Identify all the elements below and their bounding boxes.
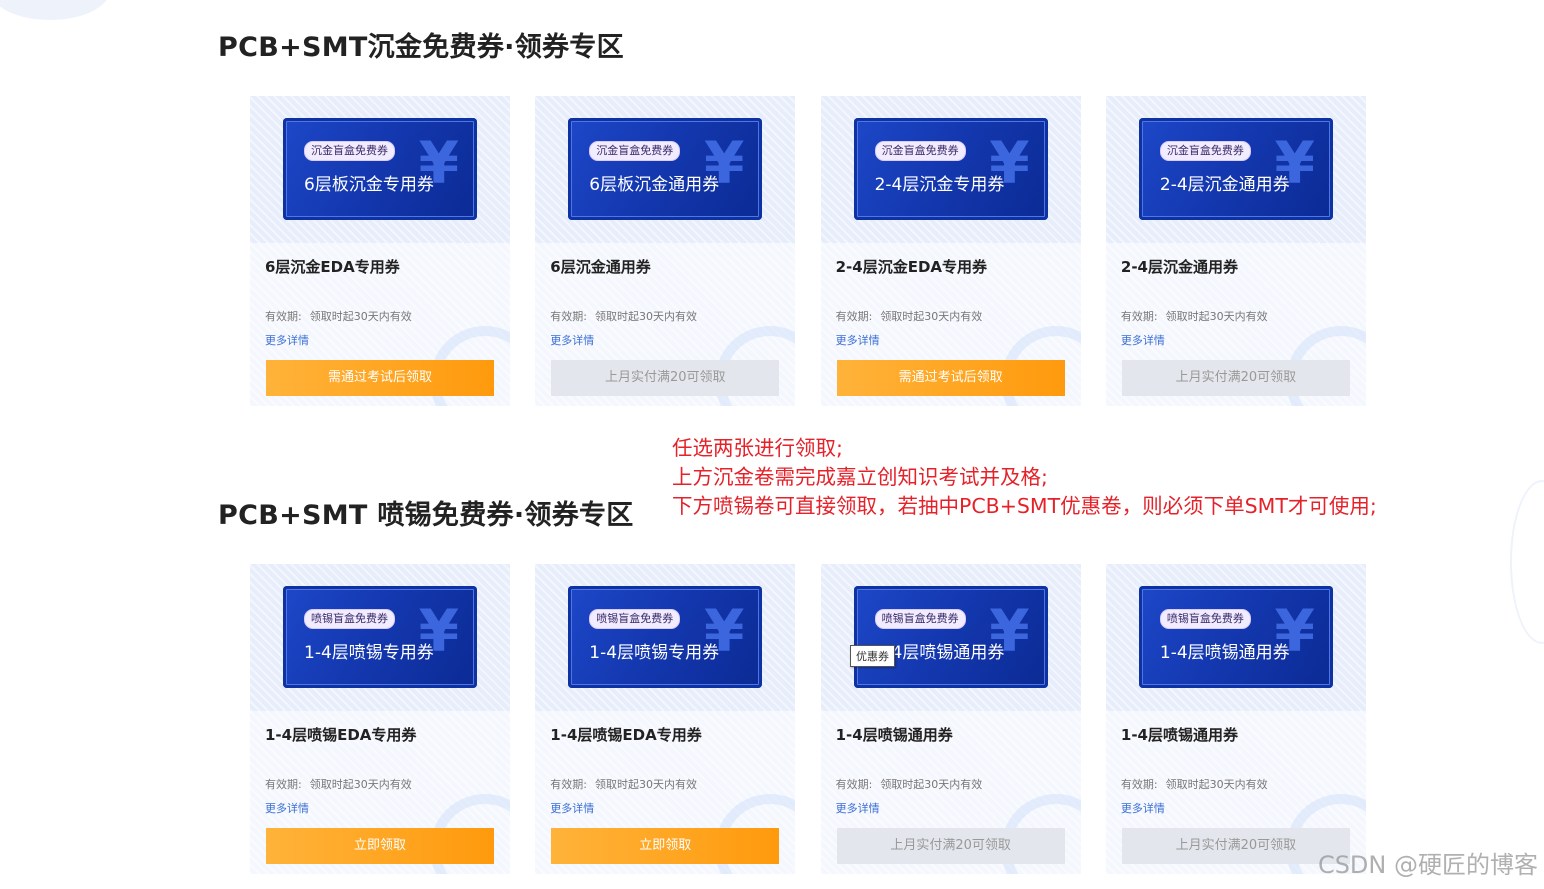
coupon-ticket: ¥ 喷锡盲盒免费券 1-4层喷锡通用券 [1138, 586, 1333, 688]
annotation-line: 任选两张进行领取; [672, 436, 843, 460]
more-details-link[interactable]: 更多详情 [836, 332, 880, 348]
coupon-badge: 喷锡盲盒免费券 [874, 609, 966, 629]
coupon-badge: 沉金盲盒免费券 [874, 141, 966, 161]
coupon-ticket: ¥ 沉金盲盒免费券 2-4层沉金通用券 [1138, 118, 1333, 220]
coupon-name: 1-4层喷锡通用券 [835, 726, 953, 744]
coupon-validity: 有效期: 领取时起30天内有效 [550, 776, 697, 792]
validity-label: 有效期: [1120, 310, 1158, 323]
validity-label: 有效期: [835, 778, 873, 791]
coupon-badge: 沉金盲盒免费券 [304, 141, 395, 161]
annotation-note: 任选两张进行领取; 上方沉金卷需完成嘉立创知识考试并及格; 下方喷锡卷可直接领取… [672, 434, 1377, 521]
more-details-link[interactable]: 更多详情 [550, 332, 594, 348]
coupon-name: 1-4层喷锡EDA专用券 [550, 726, 702, 744]
coupon-card: ¥ 喷锡盲盒免费券 1-4层喷锡专用券 1-4层喷锡EDA专用券 有效期: 领取时起30天… [535, 564, 796, 874]
validity-value: 领取时起30天内有效 [1165, 778, 1268, 791]
section-title-gold: PCB+SMT沉金免费券·领券专区 [218, 32, 624, 63]
coupon-card: ¥ 沉金盲盒免费券 2-4层沉金通用券 2-4层沉金通用券 有效期: 领取时起30天内有效… [1105, 96, 1366, 406]
coupon-name: 1-4层喷锡EDA专用券 [265, 726, 417, 744]
coupon-card: ¥ 沉金盲盒免费券 6层板沉金专用券 6层沉金EDA专用券 有效期: 领取时起30天内有效… [250, 96, 510, 406]
ticket-title: 1-4层喷锡专用券 [304, 643, 434, 663]
claim-button-disabled[interactable]: 上月实付满20可领取 [551, 360, 780, 396]
coupon-ticket: ¥ 喷锡盲盒免费券 1-4层喷锡专用券 [568, 586, 763, 688]
claim-button-disabled[interactable]: 上月实付满20可领取 [836, 828, 1065, 864]
coupon-banner: ¥ 喷锡盲盒免费券 1-4层喷锡通用券 [1105, 564, 1366, 711]
more-details-link[interactable]: 更多详情 [550, 800, 594, 816]
claim-button[interactable]: 需通过考试后领取 [836, 360, 1065, 396]
validity-label: 有效期: [550, 778, 588, 791]
coupon-banner: ¥ 沉金盲盒免费券 6层板沉金专用券 [250, 96, 510, 243]
validity-label: 有效期: [265, 310, 302, 323]
section-title-tin: PCB+SMT 喷锡免费券·领券专区 [218, 500, 634, 531]
coupon-card: ¥ 沉金盲盒免费券 2-4层沉金专用券 2-4层沉金EDA专用券 有效期: 领取时起30天… [820, 96, 1081, 406]
coupon-banner: ¥ 沉金盲盒免费券 6层板沉金通用券 [535, 96, 796, 243]
coupon-banner: ¥ 喷锡盲盒免费券 1-4层喷锡通用券 [820, 564, 1081, 711]
coupon-ticket: ¥ 喷锡盲盒免费券 1-4层喷锡专用券 [283, 586, 477, 688]
more-details-link[interactable]: 更多详情 [265, 800, 309, 816]
tooltip: 优惠券 [850, 645, 895, 667]
coupon-validity: 有效期: 领取时起30天内有效 [265, 308, 412, 324]
coupon-badge: 沉金盲盒免费券 [1159, 141, 1251, 161]
coupon-name: 6层沉金通用券 [550, 258, 651, 276]
coupon-validity: 有效期: 领取时起30天内有效 [836, 776, 983, 792]
coupon-card: ¥ 喷锡盲盒免费券 1-4层喷锡通用券 1-4层喷锡通用券 有效期: 领取时起30天内有效… [1105, 564, 1366, 874]
validity-value: 领取时起30天内有效 [309, 778, 412, 791]
validity-value: 领取时起30天内有效 [595, 778, 698, 791]
background-decoration [0, 0, 110, 20]
coupon-banner: ¥ 喷锡盲盒免费券 1-4层喷锡专用券 [250, 564, 510, 711]
ticket-title: 6层板沉金通用券 [589, 175, 720, 195]
more-details-link[interactable]: 更多详情 [1121, 800, 1165, 816]
claim-button[interactable]: 需通过考试后领取 [266, 360, 494, 396]
coupon-banner: ¥ 喷锡盲盒免费券 1-4层喷锡专用券 [535, 564, 796, 711]
coupon-name: 6层沉金EDA专用券 [265, 258, 400, 276]
more-details-link[interactable]: 更多详情 [836, 800, 880, 816]
validity-value: 领取时起30天内有效 [309, 310, 412, 323]
more-details-link[interactable]: 更多详情 [1121, 332, 1165, 348]
coupon-name: 2-4层沉金EDA专用券 [835, 258, 988, 276]
annotation-line: 上方沉金卷需完成嘉立创知识考试并及格; [672, 465, 1048, 489]
ticket-title: 2-4层沉金专用券 [874, 175, 1005, 195]
coupon-validity: 有效期: 领取时起30天内有效 [836, 308, 983, 324]
validity-label: 有效期: [550, 310, 588, 323]
validity-value: 领取时起30天内有效 [880, 778, 983, 791]
coupon-ticket: ¥ 沉金盲盒免费券 6层板沉金专用券 [283, 118, 477, 220]
coupon-banner: ¥ 沉金盲盒免费券 2-4层沉金通用券 [1105, 96, 1366, 243]
validity-value: 领取时起30天内有效 [1165, 310, 1268, 323]
ticket-title: 1-4层喷锡通用券 [1159, 643, 1290, 663]
more-details-link[interactable]: 更多详情 [265, 332, 309, 348]
coupon-row-gold: ¥ 沉金盲盒免费券 6层板沉金专用券 6层沉金EDA专用券 有效期: 领取时起30天内有效… [250, 96, 1366, 416]
coupon-name: 2-4层沉金通用券 [1120, 258, 1238, 276]
coupon-ticket: ¥ 喷锡盲盒免费券 1-4层喷锡通用券 [853, 586, 1048, 688]
validity-value: 领取时起30天内有效 [880, 310, 983, 323]
validity-value: 领取时起30天内有效 [595, 310, 698, 323]
claim-button-disabled[interactable]: 上月实付满20可领取 [1121, 360, 1350, 396]
annotation-line: 下方喷锡卷可直接领取，若抽中PCB+SMT优惠卷，则必须下单SMT才可使用; [672, 494, 1377, 518]
ticket-title: 2-4层沉金通用券 [1159, 175, 1290, 195]
claim-button[interactable]: 立即领取 [266, 828, 494, 864]
claim-button[interactable]: 立即领取 [551, 828, 780, 864]
coupon-card: ¥ 喷锡盲盒免费券 1-4层喷锡专用券 1-4层喷锡EDA专用券 有效期: 领取时起30天… [250, 564, 510, 874]
coupon-card: ¥ 喷锡盲盒免费券 1-4层喷锡通用券 1-4层喷锡通用券有效期: 领取时起30天内有效… [820, 564, 1081, 874]
validity-label: 有效期: [1120, 778, 1158, 791]
validity-label: 有效期: [265, 778, 302, 791]
watermark: CSDN @硬匠的博客 [1317, 851, 1538, 879]
coupon-validity: 有效期: 领取时起30天内有效 [265, 776, 412, 792]
coupon-name: 1-4层喷锡通用券 [1120, 726, 1238, 744]
claim-button-disabled[interactable]: 上月实付满20可领取 [1121, 828, 1350, 864]
coupon-validity: 有效期: 领取时起30天内有效 [1121, 776, 1268, 792]
coupon-badge: 沉金盲盒免费券 [589, 141, 681, 161]
ticket-title: 1-4层喷锡专用券 [589, 643, 720, 663]
coupon-badge: 喷锡盲盒免费券 [589, 609, 681, 629]
coupon-badge: 喷锡盲盒免费券 [304, 609, 395, 629]
coupon-ticket: ¥ 沉金盲盒免费券 6层板沉金通用券 [568, 118, 763, 220]
coupon-badge: 喷锡盲盒免费券 [1159, 609, 1251, 629]
coupon-row-tin: ¥ 喷锡盲盒免费券 1-4层喷锡专用券 1-4层喷锡EDA专用券 有效期: 领取时起30天… [250, 564, 1366, 884]
background-decoration [1510, 480, 1544, 644]
coupon-validity: 有效期: 领取时起30天内有效 [1121, 308, 1268, 324]
coupon-banner: ¥ 沉金盲盒免费券 2-4层沉金专用券 [820, 96, 1081, 243]
coupon-ticket: ¥ 沉金盲盒免费券 2-4层沉金专用券 [853, 118, 1048, 220]
coupon-card: ¥ 沉金盲盒免费券 6层板沉金通用券 6层沉金通用券 有效期: 领取时起30天内有效 更多详… [535, 96, 796, 406]
validity-label: 有效期: [835, 310, 873, 323]
coupon-validity: 有效期: 领取时起30天内有效 [550, 308, 697, 324]
ticket-title: 6层板沉金专用券 [304, 175, 434, 195]
